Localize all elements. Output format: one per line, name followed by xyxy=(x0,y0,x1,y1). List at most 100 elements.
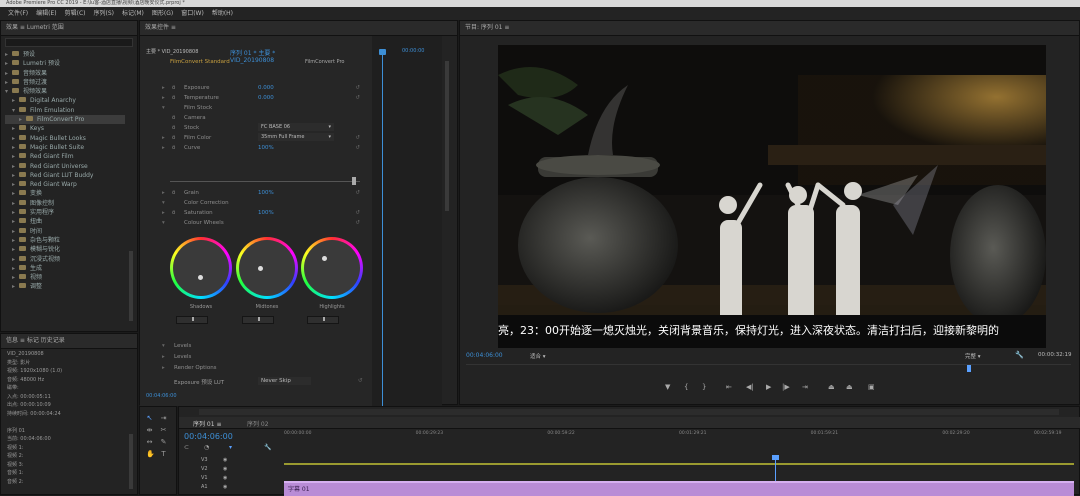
playhead-marker[interactable] xyxy=(772,455,779,460)
pen-tool-icon[interactable]: ✎ xyxy=(160,439,167,446)
expand-icon[interactable]: ▸ xyxy=(12,227,19,236)
menu-item[interactable]: 帮助(H) xyxy=(212,10,233,17)
expand-icon[interactable]: ▸ xyxy=(162,83,165,93)
effects-folder[interactable]: ▸ 变换 xyxy=(5,189,125,198)
menu-item[interactable]: 图形(G) xyxy=(152,10,173,17)
expand-icon[interactable]: ▾ xyxy=(162,198,165,208)
add-marker-timeline-icon[interactable]: ▾ xyxy=(229,444,232,451)
menu-item[interactable]: 窗口(W) xyxy=(181,10,204,17)
property-row[interactable]: ö Stock xyxy=(140,123,372,133)
scrollbar[interactable] xyxy=(129,251,133,321)
expand-icon[interactable]: ▸ xyxy=(12,255,19,264)
effects-folder[interactable]: ▾ 视频效果 xyxy=(5,87,125,96)
menu-item[interactable]: 标记(M) xyxy=(122,10,144,17)
expand-icon[interactable]: ▸ xyxy=(162,188,165,198)
reset-icon[interactable]: ↺ xyxy=(355,93,360,103)
timeline-timecode[interactable]: 00:04:06:00 xyxy=(184,432,233,441)
panel-header[interactable]: 效果 ≡ Lumetri 范围 xyxy=(1,21,137,36)
expand-icon[interactable]: ▸ xyxy=(5,50,12,59)
property-row[interactable]: ▸ Render Options xyxy=(140,363,372,373)
effects-folder[interactable]: ▸ 扭曲 xyxy=(5,217,125,226)
effects-folder[interactable]: ▸ 视频 xyxy=(5,273,125,282)
menu-item[interactable]: 剪辑(C) xyxy=(65,10,86,17)
snap-icon[interactable]: ⊂ xyxy=(184,444,189,451)
expand-icon[interactable]: ▸ xyxy=(12,134,19,143)
highlights-wheel-handle[interactable] xyxy=(322,256,327,261)
expand-icon[interactable]: ▸ xyxy=(12,180,19,189)
time-ruler[interactable]: 00:00:00:00 00:00:29:23 00:00:59:22 00:01:2… xyxy=(284,431,1074,453)
effects-folder[interactable]: ▸ Lumetri 预设 xyxy=(5,59,125,68)
expand-icon[interactable]: ▸ xyxy=(12,236,19,245)
reset-icon[interactable]: ↺ xyxy=(355,83,360,93)
wrench-icon[interactable]: 🔧 xyxy=(264,444,271,451)
linked-selection-icon[interactable]: ◔ xyxy=(204,444,209,451)
expand-icon[interactable]: ▸ xyxy=(162,93,165,103)
property-row[interactable]: ▸ ö Temperature 0.000 ↺ xyxy=(140,93,372,103)
property-row[interactable]: ▾ Color Correction xyxy=(140,198,372,208)
expand-icon[interactable]: ▸ xyxy=(12,152,19,161)
program-timecode[interactable]: 00:04:06:00 xyxy=(466,352,503,359)
property-value[interactable]: 0.000 xyxy=(258,93,274,103)
expand-icon[interactable]: ▸ xyxy=(5,69,12,78)
midtones-color-wheel[interactable] xyxy=(236,237,298,299)
video-frame[interactable]: 亮，23：00开始逐一熄灭烛光，关闭背景音乐，保持灯光，进入深夜状态。清洁打扫后… xyxy=(498,45,1046,348)
effects-folder[interactable]: ▸ Keys xyxy=(5,124,125,133)
highlights-slider[interactable] xyxy=(307,316,339,324)
razor-tool-icon[interactable]: ✂ xyxy=(160,427,167,434)
property-row[interactable]: ▸ ö Grain 100% ↺ xyxy=(140,188,372,198)
expand-icon[interactable]: ▸ xyxy=(12,143,19,152)
expand-icon[interactable]: ▾ xyxy=(5,87,12,96)
expand-icon[interactable]: ▸ xyxy=(162,363,165,373)
property-value[interactable]: 100% xyxy=(258,143,274,153)
expand-icon[interactable]: ▸ xyxy=(162,208,165,218)
effects-folder[interactable]: ▸ 图像控制 xyxy=(5,199,125,208)
effects-folder[interactable]: ▸ Red Giant LUT Buddy xyxy=(5,171,125,180)
reset-icon[interactable]: ↺ xyxy=(355,208,360,218)
slip-tool-icon[interactable]: ↔ xyxy=(146,439,153,446)
expand-icon[interactable]: ▸ xyxy=(162,133,165,143)
subtitle-clip[interactable]: 字幕 01 xyxy=(284,481,1074,496)
expand-icon[interactable]: ▸ xyxy=(5,59,12,68)
expand-icon[interactable]: ▸ xyxy=(12,264,19,273)
menu-item[interactable]: 序列(S) xyxy=(94,10,115,17)
lift-icon[interactable]: ⏏ xyxy=(828,383,835,391)
go-to-in-icon[interactable]: ⇤ xyxy=(726,383,732,391)
expand-icon[interactable]: ▸ xyxy=(12,208,19,217)
expand-icon[interactable]: ▸ xyxy=(12,199,19,208)
track-header[interactable]: V1 ◉ xyxy=(181,475,277,483)
effects-folder[interactable]: ▸ 时间 xyxy=(5,227,125,236)
effects-folder[interactable]: ▸ Magic Bullet Suite xyxy=(5,143,125,152)
property-row[interactable]: ▸ ö Saturation 100% ↺ xyxy=(140,208,372,218)
midtones-wheel-handle[interactable] xyxy=(258,266,263,271)
mark-out-icon[interactable]: } xyxy=(702,383,706,391)
effects-folder[interactable]: ▸ Red Giant Film xyxy=(5,152,125,161)
expand-icon[interactable]: ▸ xyxy=(12,189,19,198)
stock-dropdown[interactable]: 35mm Full Frame ▾ xyxy=(258,133,334,141)
expand-icon[interactable]: ▸ xyxy=(12,245,19,254)
expand-icon[interactable]: ▸ xyxy=(12,282,19,291)
mark-in-icon[interactable]: { xyxy=(684,383,688,391)
playhead-handle[interactable] xyxy=(379,49,386,55)
expand-icon[interactable]: ▾ xyxy=(162,341,165,351)
expand-icon[interactable]: ▸ xyxy=(12,162,19,171)
program-monitor-header[interactable]: 节目: 序列 01 ≡ xyxy=(460,21,1079,36)
extract-icon[interactable]: ⏏ xyxy=(846,383,853,391)
expand-icon[interactable]: ▸ xyxy=(12,273,19,282)
source-dropdown[interactable]: 主要 * VID_20190808 xyxy=(146,48,226,55)
reset-icon[interactable]: ↺ xyxy=(355,143,360,153)
info-panel-header[interactable]: 信息 ≡ 标记 历史记录 xyxy=(1,334,137,349)
effect-controls-header[interactable]: 效果控件 ≡ xyxy=(140,21,457,36)
tab-sequence-01[interactable]: 序列 01 ≡ xyxy=(193,419,221,428)
expand-icon[interactable]: ▸ xyxy=(5,78,12,87)
expand-icon[interactable]: ▸ xyxy=(162,352,165,362)
effects-folder[interactable]: ▸ 杂色与颗粒 xyxy=(5,236,125,245)
toggle-output-icon[interactable]: ◉ xyxy=(223,484,227,490)
expand-icon[interactable]: ▾ xyxy=(162,218,165,228)
expand-icon[interactable]: ▸ xyxy=(162,143,165,153)
effects-folder[interactable]: ▸ 预设 xyxy=(5,50,125,59)
go-to-out-icon[interactable]: ⇥ xyxy=(802,383,808,391)
property-row[interactable]: ▾ Colour Wheels ↺ xyxy=(140,218,372,228)
curve-slider[interactable] xyxy=(170,181,360,182)
shadows-color-wheel[interactable] xyxy=(170,237,232,299)
ripple-edit-tool-icon[interactable]: ⇹ xyxy=(146,427,153,434)
